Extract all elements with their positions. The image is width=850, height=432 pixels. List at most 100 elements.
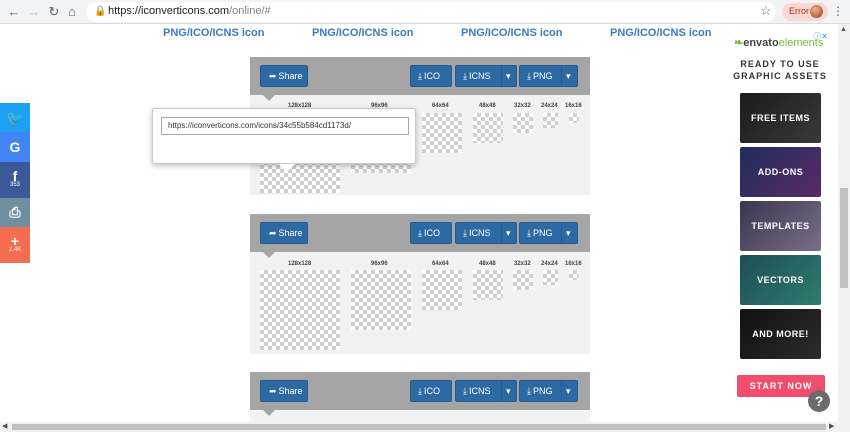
size-label: 32x32 <box>514 103 531 109</box>
avatar[interactable] <box>810 5 823 18</box>
lock-icon: 🔒 <box>94 6 107 17</box>
top-link-1[interactable]: PNG/ICO/ICNS icon <box>163 27 264 39</box>
size-label: 128x128 <box>288 261 312 267</box>
share-button[interactable]: ➦ Share <box>260 380 308 402</box>
download-icon: ⤓ <box>527 386 531 396</box>
icon-preview-16 <box>569 113 579 123</box>
ad-tile-free-items[interactable]: FREE ITEMS <box>740 93 821 143</box>
size-label: 48x48 <box>479 103 496 109</box>
size-label: 24x24 <box>541 261 558 267</box>
download-png-button[interactable]: ⤓ PNG <box>519 65 563 87</box>
share-icon: ➦ <box>269 386 277 396</box>
size-label: 48x48 <box>479 261 496 267</box>
url-text: https://iconverticons.com/online/# <box>108 5 271 17</box>
envato-ad[interactable]: ❧envatoelements ⓘ✕ READY TO USE GRAPHIC … <box>730 30 830 422</box>
download-ico-button[interactable]: ⤓ ICO <box>410 65 452 87</box>
icns-dropdown-button[interactable]: ▾ <box>501 380 517 402</box>
scroll-left-icon[interactable]: ◀ <box>2 422 7 430</box>
menu-kebab-icon[interactable]: ⋮ <box>832 4 844 18</box>
horizontal-scroll-thumb[interactable] <box>12 424 826 430</box>
ad-tile-and-more[interactable]: AND MORE! <box>740 309 821 359</box>
facebook-share-button[interactable]: f 353 <box>0 162 30 198</box>
bookmark-star-icon[interactable]: ☆ <box>760 3 772 19</box>
caret-down-icon: ▾ <box>506 71 511 81</box>
envato-logo: ❧envatoelements <box>734 37 824 49</box>
icon-preview-48 <box>473 113 503 143</box>
share-url-field[interactable]: https://iconverticons.com/icons/34c55b58… <box>161 117 409 135</box>
address-bar[interactable]: 🔒 https://iconverticons.com/online/# <box>86 2 776 22</box>
png-dropdown-button[interactable]: ▾ <box>561 65 578 87</box>
share-icon: ➦ <box>269 228 277 238</box>
icon-card: ➦ Share ⤓ ICO ⤓ ICNS ▾ ⤓ PNG ▾ 128x128 96x96… <box>250 214 590 354</box>
size-label: 16x16 <box>565 261 582 267</box>
download-icns-button[interactable]: ⤓ ICNS <box>455 222 503 244</box>
download-icon: ⤓ <box>463 228 467 238</box>
icns-dropdown-button[interactable]: ▾ <box>501 222 517 244</box>
vertical-scroll-thumb[interactable] <box>840 188 848 288</box>
ad-headline: READY TO USE GRAPHIC ASSETS <box>733 59 827 81</box>
facebook-count: 353 <box>9 182 20 188</box>
back-icon[interactable]: ← <box>6 4 22 20</box>
error-label: Error <box>789 6 809 16</box>
reload-icon[interactable]: ↻ <box>46 4 62 20</box>
caret-down-icon: ▾ <box>506 386 511 396</box>
caret-down-icon: ▾ <box>566 228 571 238</box>
download-icon: ⤓ <box>463 386 467 396</box>
twitter-icon: 🐦 <box>6 110 24 126</box>
top-link-3[interactable]: PNG/ICO/ICNS icon <box>461 27 562 39</box>
page-viewport: PNG/ICO/ICNS icon PNG/ICO/ICNS icon PNG/… <box>0 24 838 422</box>
download-ico-button[interactable]: ⤓ ICO <box>410 222 452 244</box>
forward-icon[interactable]: → <box>26 4 42 20</box>
ad-tile-vectors[interactable]: VECTORS <box>740 255 821 305</box>
card-toolbar: ➦ Share ⤓ ICO ⤓ ICNS ▾ ⤓ PNG ▾ <box>250 372 590 416</box>
size-label: 32x32 <box>514 261 531 267</box>
download-icon: ⤓ <box>527 228 531 238</box>
download-icon: ⤓ <box>527 71 531 81</box>
home-icon[interactable]: ⌂ <box>64 4 80 20</box>
google-share-button[interactable]: G <box>0 132 30 162</box>
size-label: 64x64 <box>432 103 449 109</box>
more-share-button[interactable]: + 2.4K <box>0 227 30 263</box>
print-icon: ⎙ <box>9 204 21 220</box>
icns-dropdown-button[interactable]: ▾ <box>501 65 517 87</box>
download-png-button[interactable]: ⤓ PNG <box>519 222 563 244</box>
download-png-button[interactable]: ⤓ PNG <box>519 380 563 402</box>
share-icon: ➦ <box>269 71 277 81</box>
icon-card: ➦ Share ⤓ ICO ⤓ ICNS ▾ ⤓ PNG ▾ <box>250 372 590 422</box>
icon-preview-24 <box>543 270 558 285</box>
download-ico-button[interactable]: ⤓ ICO <box>410 380 452 402</box>
horizontal-scrollbar[interactable]: ◀ ▶ <box>0 422 850 432</box>
print-button[interactable]: ⎙ <box>0 198 30 227</box>
icon-preview-24 <box>543 113 558 128</box>
caret-down-icon: ▾ <box>566 71 571 81</box>
vertical-scrollbar[interactable]: ▲ <box>838 24 850 422</box>
ad-close-icon[interactable]: ⓘ✕ <box>813 31 828 42</box>
ad-tile-add-ons[interactable]: ADD-ONS <box>740 147 821 197</box>
more-share-count: 2.4K <box>8 247 22 253</box>
top-link-4[interactable]: PNG/ICO/ICNS icon <box>610 27 711 39</box>
png-dropdown-button[interactable]: ▾ <box>561 380 578 402</box>
leaf-icon: ❧ <box>734 37 744 49</box>
size-label: 16x16 <box>565 103 582 109</box>
share-button[interactable]: ➦ Share <box>260 222 308 244</box>
help-question-icon[interactable]: ? <box>808 390 830 412</box>
icon-preview-48 <box>473 270 503 300</box>
icon-preview-64 <box>422 270 462 310</box>
scroll-up-icon[interactable]: ▲ <box>840 26 847 33</box>
top-link-2[interactable]: PNG/ICO/ICNS icon <box>312 27 413 39</box>
size-label: 96x96 <box>371 261 388 267</box>
size-label: 24x24 <box>541 103 558 109</box>
scroll-right-icon[interactable]: ▶ <box>829 422 834 430</box>
ad-tile-templates[interactable]: TEMPLATES <box>740 201 821 251</box>
browser-toolbar: ← → ↻ ⌂ 🔒 https://iconverticons.com/onli… <box>0 0 850 24</box>
twitter-share-button[interactable]: 🐦 <box>0 103 30 132</box>
icon-preview-16 <box>569 270 579 280</box>
download-icns-button[interactable]: ⤓ ICNS <box>455 65 503 87</box>
icon-preview-32 <box>513 270 533 290</box>
download-icon: ⤓ <box>418 228 422 238</box>
share-button[interactable]: ➦ Share <box>260 65 308 87</box>
icon-preview-96 <box>351 270 411 330</box>
download-icns-button[interactable]: ⤓ ICNS <box>455 380 503 402</box>
png-dropdown-button[interactable]: ▾ <box>561 222 578 244</box>
icon-preview-128 <box>260 270 340 350</box>
